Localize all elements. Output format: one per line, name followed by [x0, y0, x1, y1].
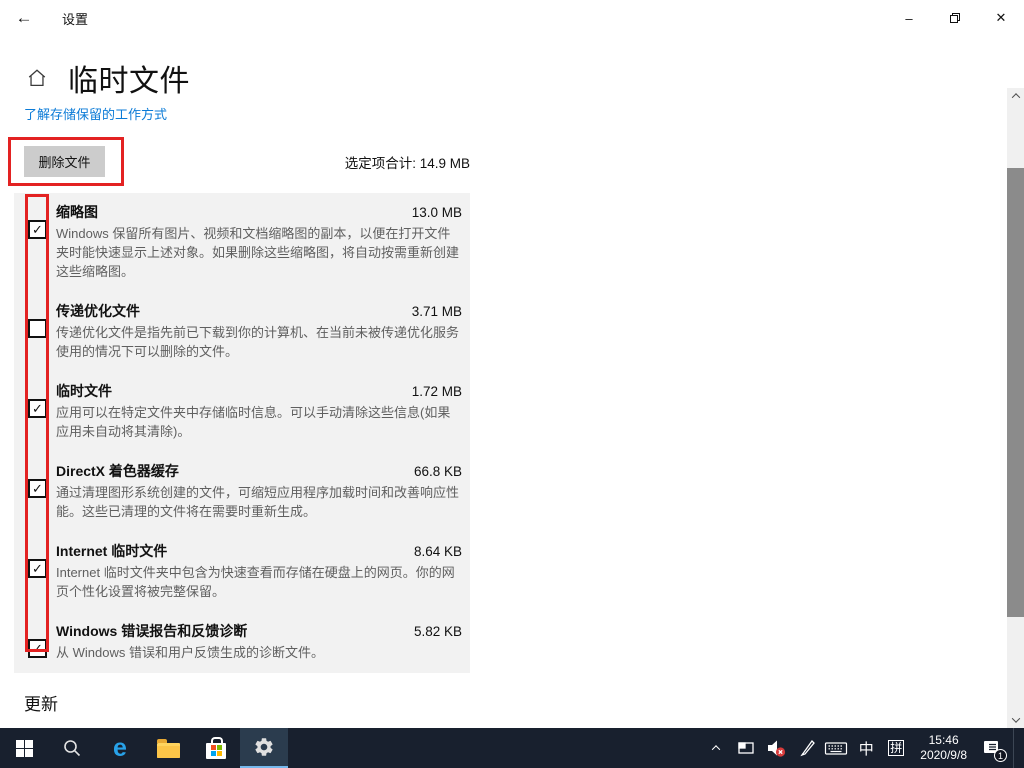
keyboard-icon	[824, 738, 848, 758]
settings-taskbar-button[interactable]	[240, 728, 288, 768]
chevron-up-icon	[1011, 93, 1019, 101]
restore-button[interactable]	[932, 0, 978, 36]
titlebar: ← 设置 – ✕	[0, 0, 1024, 36]
store-icon	[206, 743, 226, 759]
item-size: 1.72 MB	[412, 384, 462, 399]
minimize-icon: –	[905, 11, 912, 26]
item-size: 66.8 KB	[414, 464, 462, 479]
list-item-error-reports: ✓ Windows 错误报告和反馈诊断 5.82 KB 从 Windows 错误…	[14, 612, 470, 673]
item-title: Internet 临时文件	[56, 541, 167, 561]
chevron-down-icon	[1011, 714, 1019, 722]
checkbox-temp-files[interactable]: ✓	[28, 399, 47, 418]
list-item-directx-cache: ✓ DirectX 着色器缓存 66.8 KB 通过清理图形系统创建的文件，可缩…	[14, 452, 470, 532]
close-icon: ✕	[996, 10, 1007, 26]
item-description: 通过清理图形系统创建的文件，可缩短应用程序加载时间和改善响应性能。这些已清理的文…	[56, 483, 460, 521]
back-button[interactable]: ←	[0, 0, 48, 36]
taskbar: e	[0, 728, 1024, 768]
checkbox-directx-cache[interactable]: ✓	[28, 479, 47, 498]
item-title: 临时文件	[56, 381, 112, 401]
item-description: Windows 保留所有图片、视频和文档缩略图的副本，以便在打开文件夹时能快速显…	[56, 224, 460, 281]
item-size: 13.0 MB	[412, 205, 462, 220]
check-icon: ✓	[32, 641, 43, 657]
file-explorer-button[interactable]	[144, 728, 192, 768]
learn-storage-link[interactable]: 了解存储保留的工作方式	[24, 104, 167, 123]
home-icon	[26, 67, 48, 89]
speaker-muted-icon	[765, 737, 787, 759]
store-button[interactable]	[192, 728, 240, 768]
clock-time: 15:46	[920, 733, 967, 748]
item-title: Windows 错误报告和反馈诊断	[56, 621, 247, 641]
item-size: 8.64 KB	[414, 544, 462, 559]
update-section-header: 更新	[24, 690, 58, 715]
item-title: 传递优化文件	[56, 301, 140, 321]
temp-file-list: ✓ 缩略图 13.0 MB Windows 保留所有图片、视频和文档缩略图的副本…	[14, 193, 470, 673]
selected-total: 选定项合计: 14.9 MB	[250, 152, 470, 172]
monitor-icon	[736, 738, 756, 758]
item-size: 3.71 MB	[412, 304, 462, 319]
pinyin-badge: 拼	[888, 740, 904, 756]
gear-icon	[253, 736, 275, 758]
item-description: 应用可以在特定文件夹中存储临时信息。可以手动清除这些信息(如果应用未自动将其清除…	[56, 403, 460, 441]
item-title: 缩略图	[56, 202, 98, 222]
ime-language-indicator[interactable]: 中	[854, 728, 878, 768]
taskbar-clock[interactable]: 15:46 2020/9/8	[914, 733, 973, 763]
vertical-scrollbar[interactable]	[1007, 88, 1024, 728]
item-description: Internet 临时文件夹中包含为快速查看而存储在硬盘上的网页。你的网页个性化…	[56, 563, 460, 601]
item-description: 从 Windows 错误和用户反馈生成的诊断文件。	[56, 643, 460, 662]
list-item-temp-files: ✓ 临时文件 1.72 MB 应用可以在特定文件夹中存储临时信息。可以手动清除这…	[14, 372, 470, 452]
scrollbar-thumb[interactable]	[1007, 168, 1024, 617]
ime-pinyin-indicator[interactable]: 拼	[884, 728, 908, 768]
check-icon: ✓	[32, 401, 43, 417]
scroll-down-button[interactable]	[1007, 712, 1024, 728]
settings-window: ← 设置 – ✕ 临时文件 了解存储保留的工作方式 删除文件 选定项合计: 14…	[0, 0, 1024, 768]
action-center-button[interactable]: 1	[979, 728, 1003, 768]
window-controls: – ✕	[886, 0, 1024, 36]
edge-icon: e	[113, 736, 127, 761]
start-button[interactable]	[0, 728, 48, 768]
check-icon: ✓	[32, 561, 43, 577]
list-item-delivery-optimization: 传递优化文件 3.71 MB 传递优化文件是指先前已下载到你的计算机、在当前未被…	[14, 292, 470, 372]
search-icon	[62, 738, 82, 758]
chevron-up-icon	[712, 745, 720, 753]
checkbox-internet-temp[interactable]: ✓	[28, 559, 47, 578]
checkbox-thumbnails[interactable]: ✓	[28, 220, 47, 239]
clock-date: 2020/9/8	[920, 748, 967, 763]
page-header: 临时文件	[26, 56, 190, 100]
check-icon: ✓	[32, 481, 43, 497]
item-title: DirectX 着色器缓存	[56, 461, 179, 481]
item-size: 5.82 KB	[414, 624, 462, 639]
app-title: 设置	[62, 9, 88, 28]
scroll-up-button[interactable]	[1007, 88, 1024, 104]
list-item-internet-temp: ✓ Internet 临时文件 8.64 KB Internet 临时文件夹中包…	[14, 532, 470, 612]
folder-icon	[157, 743, 180, 758]
search-button[interactable]	[48, 728, 96, 768]
list-item-thumbnails: ✓ 缩略图 13.0 MB Windows 保留所有图片、视频和文档缩略图的副本…	[14, 193, 470, 292]
checkbox-delivery-optimization[interactable]	[28, 319, 47, 338]
volume-muted-tray-icon[interactable]	[764, 728, 788, 768]
windows-logo-icon	[16, 740, 33, 757]
edge-button[interactable]: e	[96, 728, 144, 768]
pen-tray-icon[interactable]	[794, 728, 818, 768]
delete-files-button[interactable]: 删除文件	[24, 146, 105, 177]
checkbox-error-reports[interactable]: ✓	[28, 639, 47, 658]
network-tray-icon[interactable]	[734, 728, 758, 768]
minimize-button[interactable]: –	[886, 0, 932, 36]
restore-icon	[950, 13, 960, 23]
check-icon: ✓	[32, 222, 43, 238]
notification-badge: 1	[994, 749, 1007, 762]
back-arrow-icon: ←	[16, 8, 33, 28]
touch-keyboard-tray-icon[interactable]	[824, 728, 848, 768]
page-title: 临时文件	[68, 56, 190, 100]
item-description: 传递优化文件是指先前已下载到你的计算机、在当前未被传递优化服务使用的情况下可以删…	[56, 323, 460, 361]
show-desktop-strip[interactable]	[1013, 728, 1014, 768]
tray-expand-button[interactable]	[704, 728, 728, 768]
pen-icon	[796, 738, 816, 758]
system-tray: 中 拼 15:46 2020/9/8 1	[704, 728, 1024, 768]
close-button[interactable]: ✕	[978, 0, 1024, 36]
